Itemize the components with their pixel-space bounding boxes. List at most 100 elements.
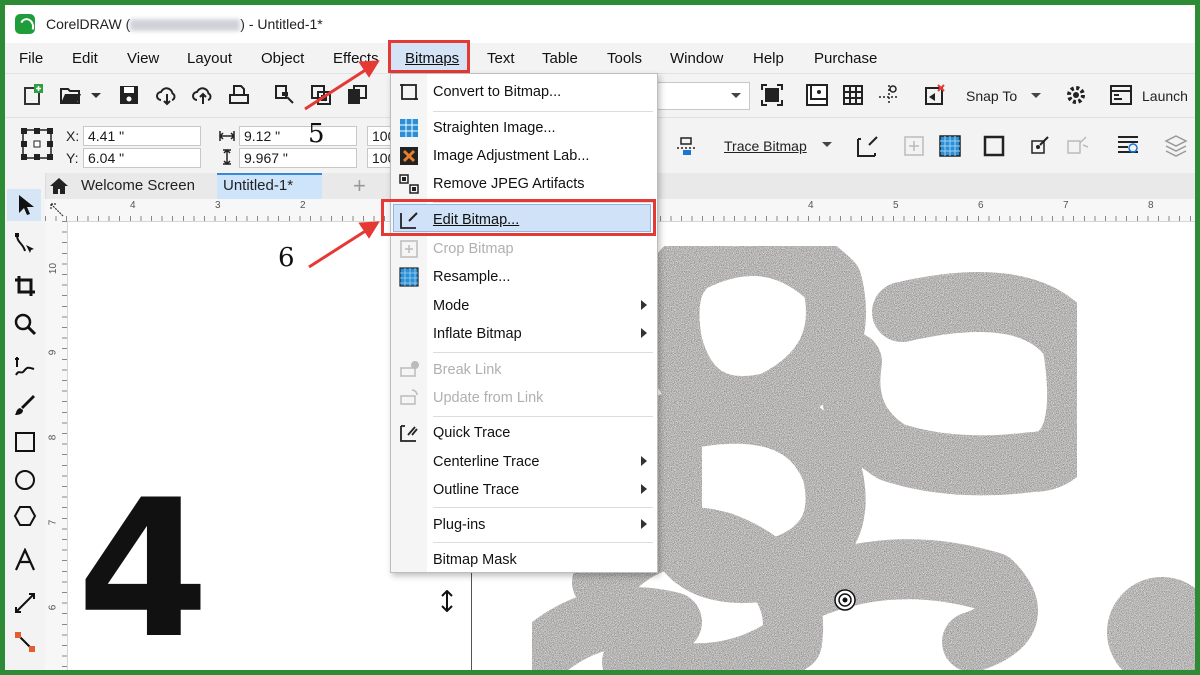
- menu-item-centerline-trace[interactable]: Centerline Trace: [391, 449, 655, 475]
- crop-tool-icon[interactable]: [13, 274, 37, 298]
- x-position-field[interactable]: 4.41 ": [83, 126, 201, 146]
- menu-tools[interactable]: Tools: [607, 50, 642, 67]
- shape-tool-icon[interactable]: [13, 231, 37, 255]
- reference-point-icon[interactable]: [19, 126, 55, 162]
- submenu-arrow-icon: [641, 328, 647, 338]
- menu-item-label: Centerline Trace: [433, 454, 540, 470]
- resample-icon[interactable]: [937, 133, 963, 159]
- menu-view[interactable]: View: [127, 50, 159, 67]
- snap-dropdown-chevron-icon[interactable]: [1029, 83, 1043, 107]
- launch-label[interactable]: Launch: [1142, 88, 1188, 104]
- dimension-tool-icon[interactable]: [13, 591, 37, 615]
- tab-welcome-screen[interactable]: Welcome Screen: [45, 173, 217, 199]
- menu-table[interactable]: Table: [542, 50, 578, 67]
- cloud-upload-icon[interactable]: [191, 83, 215, 107]
- scale-width-field[interactable]: 100: [367, 126, 391, 146]
- menu-item-quick-trace[interactable]: Quick Trace: [391, 420, 655, 446]
- menu-separator: [433, 542, 653, 543]
- connector-tool-icon[interactable]: [13, 630, 37, 654]
- menu-item-break-link: Break Link: [391, 357, 655, 383]
- full-screen-icon[interactable]: [760, 83, 784, 107]
- menu-purchase[interactable]: Purchase: [814, 50, 877, 67]
- show-rulers-icon[interactable]: [805, 83, 829, 107]
- menu-file[interactable]: File: [19, 50, 43, 67]
- menu-bar: File Edit View Layout Object Effects: [5, 43, 1195, 73]
- menu-item-mode[interactable]: Mode: [391, 293, 655, 319]
- menu-item-resample[interactable]: Resample...: [391, 264, 655, 290]
- ruler-label: 3: [215, 200, 221, 211]
- open-folder-icon[interactable]: [59, 83, 83, 107]
- menu-text[interactable]: Text: [487, 50, 515, 67]
- freehand-tool-icon[interactable]: [13, 355, 37, 379]
- submenu-arrow-icon: [641, 519, 647, 529]
- pick-tool-icon[interactable]: [13, 193, 37, 217]
- menu-effects[interactable]: Effects: [333, 50, 379, 67]
- menu-item-label: Plug-ins: [433, 517, 486, 533]
- export-icon[interactable]: [309, 83, 333, 107]
- bitmaps-menu-items: Convert to Bitmap... Straighten Image...…: [391, 77, 655, 577]
- ruler-label: 6: [978, 200, 984, 211]
- save-icon[interactable]: [117, 83, 141, 107]
- menu-item-straighten-image[interactable]: Straighten Image...: [391, 115, 655, 141]
- menu-help[interactable]: Help: [753, 50, 784, 67]
- app-window: CorelDRAW () - Untitled-1* File Edit Vie…: [5, 5, 1195, 670]
- text-tool-icon[interactable]: [13, 548, 37, 572]
- break-link-icon: [400, 361, 419, 377]
- y-position-field[interactable]: 6.04 ": [83, 148, 201, 168]
- menu-item-remove-jpeg-artifacts[interactable]: Remove JPEG Artifacts: [391, 171, 655, 197]
- snap-to-label[interactable]: Snap To: [966, 88, 1017, 104]
- menu-item-inflate-bitmap[interactable]: Inflate Bitmap: [391, 321, 655, 347]
- text-wrap-icon[interactable]: [1115, 133, 1141, 159]
- publish-pdf-icon[interactable]: [345, 83, 369, 107]
- crop-bitmap-icon[interactable]: [675, 134, 699, 158]
- menu-item-bitmap-mask[interactable]: Bitmap Mask: [391, 547, 655, 573]
- menu-item-outline-trace[interactable]: Outline Trace: [391, 477, 655, 503]
- tab-untitled-1[interactable]: Untitled-1*: [217, 173, 322, 199]
- rectangle-tool-icon[interactable]: [13, 430, 37, 454]
- menu-item-convert-to-bitmap[interactable]: Convert to Bitmap...: [391, 79, 655, 105]
- menu-item-image-adjustment-lab[interactable]: Image Adjustment Lab...: [391, 143, 655, 169]
- menu-item-plug-ins[interactable]: Plug-ins: [391, 512, 655, 538]
- ruler-label: 7: [47, 519, 59, 526]
- ruler-label: 2: [300, 200, 306, 211]
- new-document-icon[interactable]: [21, 83, 45, 107]
- link-bitmap-icon[interactable]: [1029, 133, 1055, 159]
- object-height-field[interactable]: 9.967 ": [239, 148, 357, 168]
- cloud-download-icon[interactable]: [155, 83, 179, 107]
- trace-bitmap-chevron-icon[interactable]: [820, 138, 834, 152]
- menu-separator: [433, 352, 653, 353]
- menu-bitmaps[interactable]: Bitmaps: [405, 50, 459, 67]
- menu-object[interactable]: Object: [261, 50, 304, 67]
- blurred-edition-text: [130, 19, 241, 32]
- zoom-tool-icon[interactable]: [13, 312, 37, 336]
- zoom-dropdown-chevron-icon[interactable]: [729, 83, 743, 107]
- launch-app-icon[interactable]: [1109, 83, 1133, 107]
- bounding-box-icon[interactable]: [981, 133, 1007, 159]
- options-gear-icon[interactable]: [1064, 83, 1088, 107]
- trace-bitmap-button[interactable]: Trace Bitmap: [724, 138, 807, 154]
- vertical-ruler[interactable]: 10 9 8 7 6: [45, 221, 68, 670]
- polygon-tool-icon[interactable]: [13, 504, 37, 528]
- menu-layout[interactable]: Layout: [187, 50, 232, 67]
- layers-icon[interactable]: [1163, 133, 1189, 159]
- show-guidelines-icon[interactable]: [877, 83, 901, 107]
- update-from-link-icon: [400, 389, 418, 405]
- submenu-arrow-icon: [641, 484, 647, 494]
- show-grid-icon[interactable]: [841, 83, 865, 107]
- scale-height-field[interactable]: 100: [367, 148, 391, 168]
- artistic-media-tool-icon[interactable]: [13, 393, 37, 417]
- menu-edit[interactable]: Edit: [72, 50, 98, 67]
- object-width-field[interactable]: 9.12 ": [239, 126, 357, 146]
- chevron-down-icon[interactable]: [89, 83, 103, 107]
- import-icon[interactable]: [273, 83, 297, 107]
- menu-window[interactable]: Window: [670, 50, 723, 67]
- edit-bitmap-tool-icon[interactable]: [855, 133, 881, 159]
- ellipse-tool-icon[interactable]: [13, 468, 37, 492]
- snap-off-icon[interactable]: [923, 83, 947, 107]
- print-icon[interactable]: [227, 83, 251, 107]
- menu-item-label: Remove JPEG Artifacts: [433, 176, 585, 192]
- object-center-marker-icon[interactable]: [833, 588, 857, 612]
- crop-disabled-icon: [904, 136, 924, 156]
- remove-jpeg-artifacts-icon: [399, 174, 419, 194]
- new-tab-button[interactable]: +: [353, 173, 366, 199]
